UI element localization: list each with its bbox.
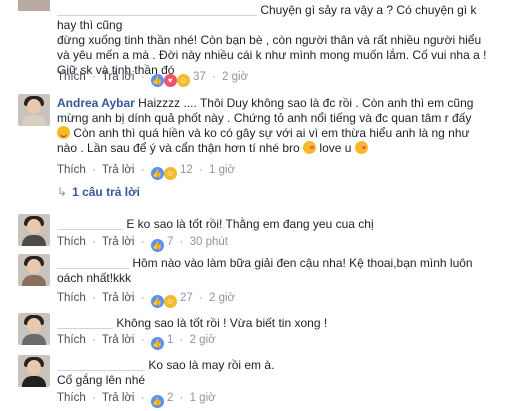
reply-button[interactable]: Trả lời <box>102 236 135 248</box>
view-replies-link[interactable]: ↳ 1 câu trả lời <box>57 185 140 199</box>
like-button[interactable]: Thích <box>57 334 86 346</box>
timestamp[interactable]: 1 giờ <box>209 164 235 176</box>
redacted-name <box>57 318 113 329</box>
love-reaction-icon[interactable]: ♥ <box>163 74 177 87</box>
comment-6-actions: Thích · Trả lời · 👍 2 · 1 giờ <box>57 392 216 408</box>
reply-button[interactable]: Trả lời <box>102 71 135 83</box>
kiss-emoji-icon <box>354 141 368 154</box>
comment-5-text: Không sao là tốt rồi ! Vừa biết tin xong… <box>57 316 498 331</box>
reaction-count[interactable]: 7 <box>167 236 173 248</box>
avatar[interactable] <box>18 313 50 345</box>
reaction-count[interactable]: 2 <box>167 392 173 404</box>
kiss-emoji-icon <box>303 141 317 154</box>
comment-4-actions: Thích · Trả lời · 👍 ☺ 27 · 2 giờ <box>57 292 236 308</box>
like-button[interactable]: Thích <box>57 292 86 304</box>
like-reaction-icon[interactable]: 👍 <box>150 395 164 408</box>
comment-4-text: Hôm nào vào làm bữa giải đen cậu nha! Kệ… <box>57 256 473 285</box>
timestamp[interactable]: 2 giờ <box>209 292 235 304</box>
comment-3-actions: Thích · Trả lời · 👍 7 · 30 phút <box>57 236 228 252</box>
smile-emoji-icon <box>57 126 70 139</box>
avatar[interactable] <box>18 214 50 246</box>
reaction-count[interactable]: 37 <box>193 71 206 83</box>
redacted-name <box>57 258 129 269</box>
avatar[interactable] <box>18 94 50 126</box>
like-reaction-icon[interactable]: 👍 <box>150 167 164 180</box>
reply-button[interactable]: Trả lời <box>102 334 135 346</box>
like-reaction-icon[interactable]: 👍 <box>150 295 164 308</box>
redacted-name <box>57 360 145 371</box>
like-reaction-icon[interactable]: 👍 <box>150 74 164 87</box>
timestamp[interactable]: 30 phút <box>190 236 228 248</box>
comment-5-actions: Thích · Trả lời · 👍 1 · 2 giờ <box>57 334 216 350</box>
haha-reaction-icon[interactable]: ☺ <box>163 295 177 308</box>
reaction-count[interactable]: 12 <box>180 164 193 176</box>
comment-2-text: Andrea Aybar Haizzzz .... Thôi Duy không… <box>57 96 474 155</box>
reply-button[interactable]: Trả lời <box>102 392 135 404</box>
comment-2-actions: Thích · Trả lời · 👍 ☺ 12 · 1 giờ <box>57 164 236 180</box>
like-button[interactable]: Thích <box>57 392 86 404</box>
haha-reaction-icon[interactable]: ☺ <box>163 167 177 180</box>
reply-button[interactable]: Trả lời <box>102 164 135 176</box>
avatar[interactable] <box>18 0 50 11</box>
comment-1-actions: Thích · Trả lời · 👍 ♥ ☺ 37 · 2 giờ <box>57 71 249 87</box>
like-button[interactable]: Thích <box>57 164 86 176</box>
like-reaction-icon[interactable]: 👍 <box>150 239 164 252</box>
haha-reaction-icon[interactable]: ☺ <box>176 74 190 87</box>
timestamp[interactable]: 2 giờ <box>190 334 216 346</box>
reply-button[interactable]: Trả lời <box>102 292 135 304</box>
comment-1-text: Chuyện gì sảy ra vậy a ? Có chuyện gì k … <box>57 3 487 77</box>
timestamp[interactable]: 2 giờ <box>222 71 248 83</box>
redacted-name <box>57 219 123 230</box>
reaction-count[interactable]: 1 <box>167 334 173 346</box>
timestamp[interactable]: 1 giờ <box>190 392 216 404</box>
avatar[interactable] <box>18 254 50 286</box>
reply-arrow-icon: ↳ <box>57 185 68 199</box>
redacted-name <box>57 5 257 16</box>
commenter-name[interactable]: Andrea Aybar <box>57 96 135 110</box>
reaction-count[interactable]: 27 <box>180 292 193 304</box>
avatar[interactable] <box>18 355 50 387</box>
like-button[interactable]: Thích <box>57 71 86 83</box>
comment-3-text: E ko sao là tốt rồi! Thằng em đang yeu c… <box>57 217 498 232</box>
like-button[interactable]: Thích <box>57 236 86 248</box>
like-reaction-icon[interactable]: 👍 <box>150 337 164 350</box>
comment-6-text: Ko sao là may rồi em à. Cố gắng lên nhé <box>57 358 275 387</box>
